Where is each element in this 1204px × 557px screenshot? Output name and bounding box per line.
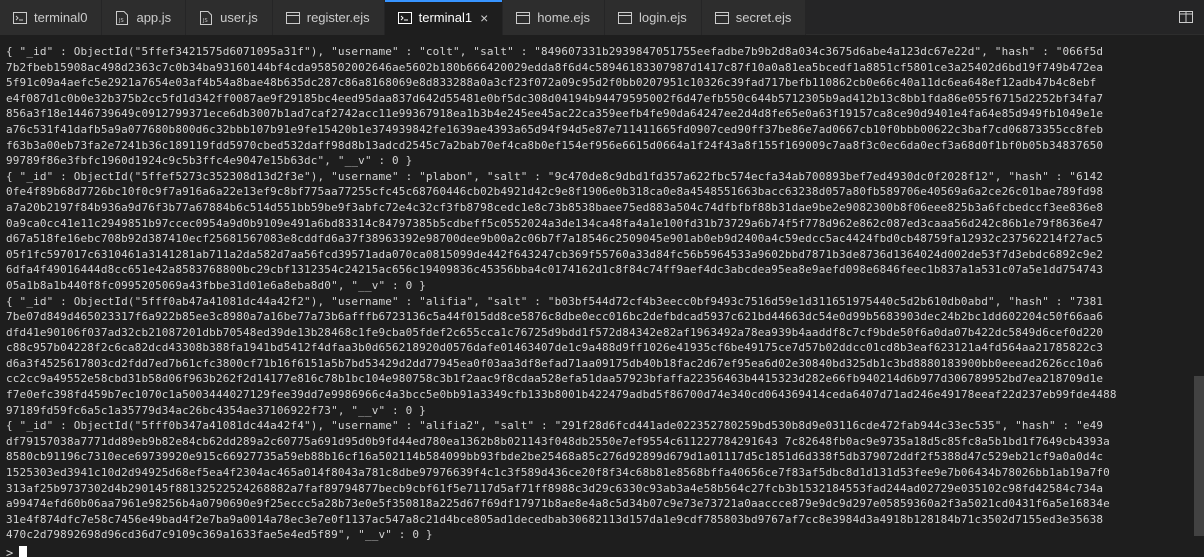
js-file-icon: JS [114,10,130,25]
terminal-line: 99789f86e3fbfc1960d1924c9c5b3ffc4e9047e1… [6,154,413,168]
tab-label: terminal1 [418,10,473,25]
text-cursor [19,546,28,557]
terminal-line: { "_id" : ObjectId("5ffef3421575d6071095… [6,45,1104,58]
terminal-line: df79157038a7771dd89eb9b82e84cb62dd289a2c… [6,434,1110,448]
svg-text:JS: JS [118,18,124,24]
terminal-line: 7b2fbeb15908ac498d2363c7c0b34ba93160144b… [6,60,1104,74]
terminal-line: f63b3a00eb73fa2e7241b36c189119fdd5970cbe… [6,138,1104,152]
terminal-prompt[interactable]: > [6,545,1194,557]
terminal-line: 31e4f874dfc7e58c7456e49bad4f2e7ba9a0014a… [6,512,1104,526]
terminal-icon [397,11,413,25]
tab-login-ejs[interactable]: login.ejs [605,0,702,35]
ejs-file-icon [617,11,633,25]
svg-text:JS: JS [202,18,208,24]
terminal-line: 1525303ed3941c10d2d94925d68ef5ea4f2304ac… [6,466,1110,480]
tab-home-ejs[interactable]: home.ejs [503,0,606,35]
js-file-icon: JS [198,10,214,25]
terminal-line: { "_id" : ObjectId("5ffef5273c352308d13d… [6,169,1104,183]
terminal-line: 7be07d849d465023317f6a922b85ee3c8980a7a1… [6,310,1104,324]
terminal-lines: { "_id" : ObjectId("5ffef3421575d6071095… [6,44,1194,543]
terminal-line: a99474efd60b06aa7961e98256b4a0790690e9f2… [6,497,1110,511]
tab-label: register.ejs [306,10,370,25]
tab-label: secret.ejs [735,10,792,25]
terminal-line: 6dfa4f49016444d8cc651e42a8583768800bc29c… [6,263,1104,277]
terminal-line: 470c2d79892698d96cd36d7c9109c369a1633fae… [6,528,433,542]
tab-register-ejs[interactable]: register.ejs [272,0,385,35]
terminal-line: 05f1fc597017c6310461a3141281ab711a2da582… [6,247,1104,261]
terminal-line: f7e0efc398fd459b7ec1070c1a5003444027129f… [6,388,1117,402]
tab-terminal0[interactable]: terminal0 [0,0,103,35]
terminal-line: 0fe4f89b68d7726bc10f0c9f7a916a6a22e13ef9… [6,185,1104,199]
tab-label: home.ejs [537,10,591,25]
terminal-line: e4f087d1c0b0e32b375b2cc5fd1d342ff0087ae9… [6,91,1104,105]
tab-bar: terminal0 JS app.js JS user.js register.… [0,0,1204,35]
terminal-line: 0a9ca0cc41e11c2949851b97ccec0954a9d0b910… [6,216,1104,230]
terminal-line: 05a1b8a1b440f8fc0995205069a43fbbe31d01e6… [6,278,426,292]
ejs-file-icon [714,11,730,25]
terminal-line: 856a3f18e1446739649c0912799371ece6db3007… [6,107,1104,121]
tab-secret-ejs[interactable]: secret.ejs [701,0,807,35]
terminal-output[interactable]: { "_id" : ObjectId("5ffef3421575d6071095… [0,36,1194,557]
ejs-file-icon [515,11,531,25]
tab-app-js[interactable]: JS app.js [102,0,187,35]
terminal-icon [12,11,28,25]
terminal-line: 8580cb91196c7310ece69739920e915c66927735… [6,450,1104,464]
terminal-line: 5f91c09a4aefc5e2921a7654e03af4b54a8bae48… [6,76,1097,90]
tab-label: app.js [136,10,172,25]
scrollbar[interactable] [1194,36,1204,557]
terminal-line: c88c957b04228f2c6ca82dcd43308b388fa1941b… [6,341,1104,355]
split-editor-icon[interactable] [1178,9,1194,25]
scroll-thumb[interactable] [1194,376,1204,536]
terminal-line: d67a518fe16ebc708b92d387410ecf2568156708… [6,232,1104,246]
terminal-line: a76c531f41dafb5a9a077680b800d6c32bbb107b… [6,122,1104,136]
terminal-line: a7a20b2197f84b936a9d76f3b77a67884b6c514d… [6,200,1104,214]
terminal-line: { "_id" : ObjectId("5fff0ab47a41081dc44a… [6,294,1104,308]
tab-label: terminal0 [34,10,88,25]
tab-user-js[interactable]: JS user.js [186,0,273,35]
tab-terminal1[interactable]: terminal1 × [384,0,504,35]
close-icon[interactable]: × [480,10,488,26]
ejs-file-icon [285,11,301,25]
terminal-line: dfd41e90106f037ad32cb21087201dbb70548ed3… [6,325,1104,339]
tab-label: user.js [220,10,258,25]
terminal-line: 313af25b9737302d4b290145f881325225242688… [6,481,1104,495]
terminal-line: 97189fd59fc6a5c1a35779d34ac26bc4354ae371… [6,403,426,417]
terminal-line: { "_id" : ObjectId("5fff0b347a41081dc44a… [6,419,1104,433]
terminal-line: d6a3f4525617803cd2fdd7ed7b61cfc3800cf71b… [6,356,1104,370]
prompt-symbol: > [6,546,14,557]
terminal-line: cc2cc9a49552e58cbd31b58d06f963b262f2d141… [6,372,1104,386]
tab-label: login.ejs [639,10,687,25]
